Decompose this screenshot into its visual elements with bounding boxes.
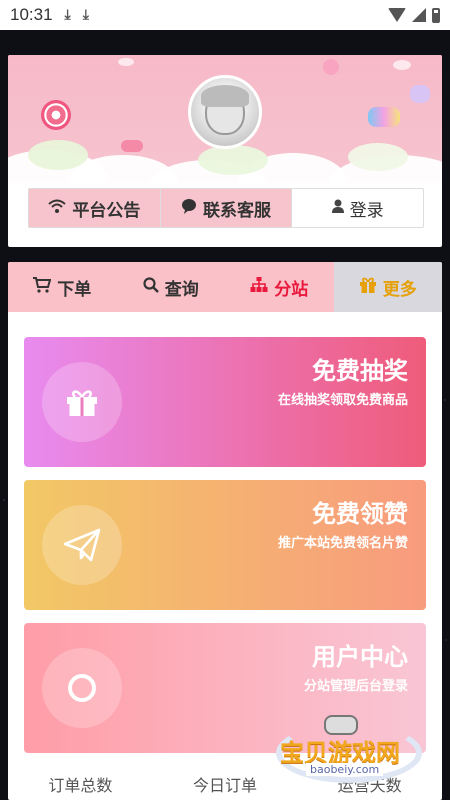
candy-icon <box>368 107 400 127</box>
status-time: 10:31 <box>10 5 53 24</box>
balloon-icon <box>410 85 430 103</box>
card-title: 免费抽奖 <box>312 357 408 385</box>
announcement-label: 平台公告 <box>72 200 141 221</box>
circle-icon <box>42 648 122 728</box>
card-subtitle: 在线抽奖领取免费商品 <box>277 393 408 408</box>
card-title: 用户中心 <box>312 643 408 671</box>
cart-icon <box>33 277 52 297</box>
candy-icon <box>121 140 143 152</box>
cloud-icon <box>118 58 134 66</box>
card-title: 免费领赞 <box>312 500 408 528</box>
login-label: 登录 <box>349 200 384 221</box>
status-bar: 10:31 ⤓ ⤓ <box>0 0 450 30</box>
gift-icon <box>359 276 377 298</box>
search-icon <box>143 277 159 297</box>
site-watermark: 宝贝游戏网 baobeiy.com <box>272 705 432 785</box>
stat-today-orders-label: 今日订单 <box>192 776 257 795</box>
sitemap-icon <box>250 277 268 297</box>
battery-icon <box>432 7 440 23</box>
signal-icon <box>412 8 426 22</box>
paper-plane-icon <box>42 505 122 585</box>
wifi-status-icon <box>388 8 406 22</box>
cloud-icon <box>393 60 411 70</box>
gift-icon <box>42 362 122 442</box>
header-actions: 平台公告 联系客服 登录 <box>28 188 424 228</box>
profile-header: 平台公告 联系客服 登录 <box>8 55 442 247</box>
header-banner <box>8 55 442 183</box>
tab-order[interactable]: 下单 <box>8 262 117 312</box>
download-icon: ⤓ <box>64 7 71 23</box>
user-icon <box>331 199 344 217</box>
tab-order-label: 下单 <box>57 279 92 300</box>
tab-substation[interactable]: 分站 <box>225 262 334 312</box>
download-icon: ⤓ <box>82 7 89 23</box>
customer-service-button[interactable]: 联系客服 <box>160 189 293 227</box>
card-subtitle: 推广本站免费领名片赞 <box>277 536 408 551</box>
tab-bar: 下单 查询 分站 更多 <box>8 262 442 312</box>
gamepad-icon <box>324 715 358 735</box>
announcement-button[interactable]: 平台公告 <box>29 189 161 227</box>
tab-substation-label: 分站 <box>274 279 309 300</box>
lollipop-icon <box>323 59 339 75</box>
tab-query[interactable]: 查询 <box>116 262 225 312</box>
stat-total-orders-label: 订单总数 <box>48 776 113 795</box>
avatar[interactable] <box>188 75 262 149</box>
customer-service-label: 联系客服 <box>203 200 271 221</box>
tab-query-label: 查询 <box>164 279 199 300</box>
tab-more-label: 更多 <box>382 279 417 300</box>
login-button[interactable]: 登录 <box>292 189 423 227</box>
free-lottery-card[interactable]: 免费抽奖 在线抽奖领取免费商品 <box>24 337 426 467</box>
free-likes-card[interactable]: 免费领赞 推广本站免费领名片赞 <box>24 480 426 610</box>
watermark-url: baobeiy.com <box>306 763 384 776</box>
wifi-icon <box>48 199 66 217</box>
lollipop-icon <box>41 100 71 130</box>
tab-more[interactable]: 更多 <box>333 262 442 312</box>
chat-bubble-icon <box>181 198 197 218</box>
card-subtitle: 分站管理后台登录 <box>303 679 408 694</box>
